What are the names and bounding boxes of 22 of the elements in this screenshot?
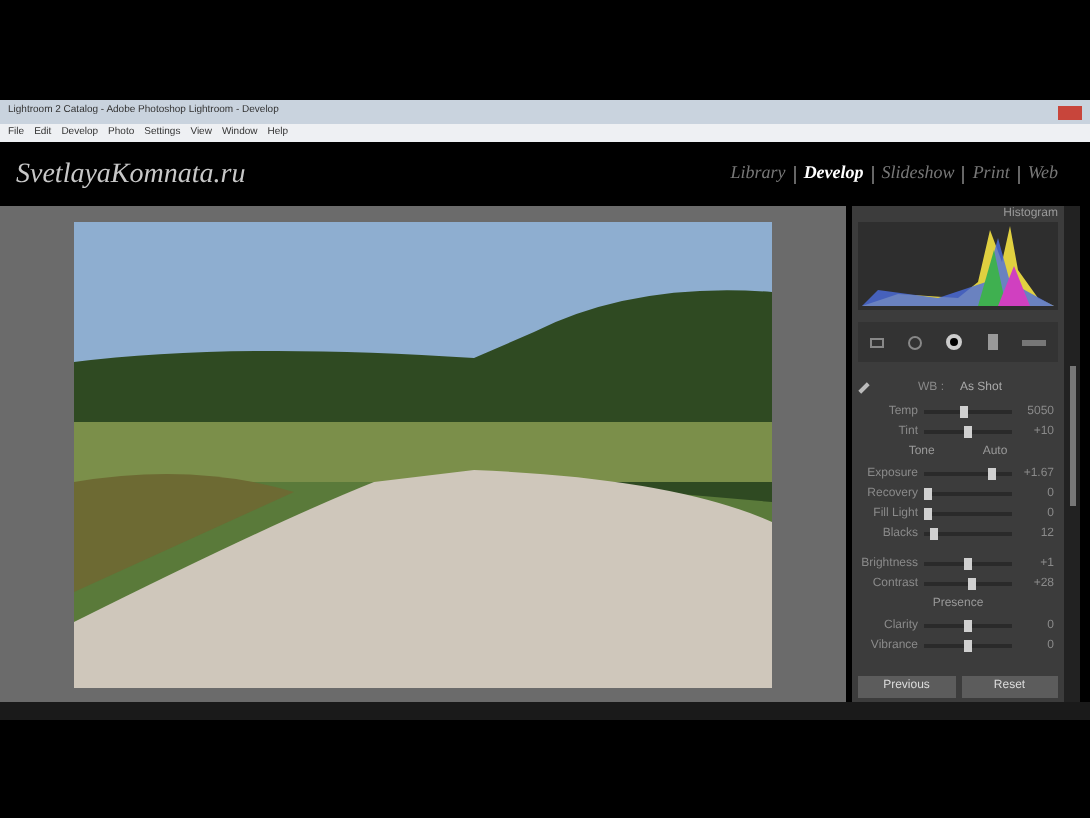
slider-thumb[interactable] <box>924 508 933 520</box>
slider-thumb[interactable] <box>964 640 972 652</box>
slider-thumb[interactable] <box>968 578 977 590</box>
slider-thumb[interactable] <box>964 426 972 438</box>
eyedropper-icon[interactable] <box>858 382 870 394</box>
module-tab[interactable]: Web <box>1027 160 1058 188</box>
spot-icon[interactable] <box>908 335 923 349</box>
scrollbar[interactable] <box>1064 206 1080 702</box>
slider-thumb[interactable] <box>924 488 933 500</box>
slider-thumb[interactable] <box>964 558 972 570</box>
slider-thumb[interactable] <box>930 528 939 540</box>
eye-target-icon[interactable] <box>946 334 963 350</box>
slider-thumb[interactable] <box>964 620 972 632</box>
identity-plate: SvetlayaKomnata.ru <box>16 157 246 193</box>
crop-icon[interactable] <box>870 337 885 347</box>
module-tab[interactable]: Slideshow <box>881 160 955 188</box>
module-tab[interactable]: Library <box>730 160 786 188</box>
module-tab[interactable]: Print <box>972 160 1010 188</box>
slider-thumb[interactable] <box>988 468 997 480</box>
module-tab[interactable]: Develop <box>803 160 864 188</box>
window-close-button[interactable] <box>1058 105 1082 119</box>
slider-thumb[interactable] <box>959 406 968 418</box>
